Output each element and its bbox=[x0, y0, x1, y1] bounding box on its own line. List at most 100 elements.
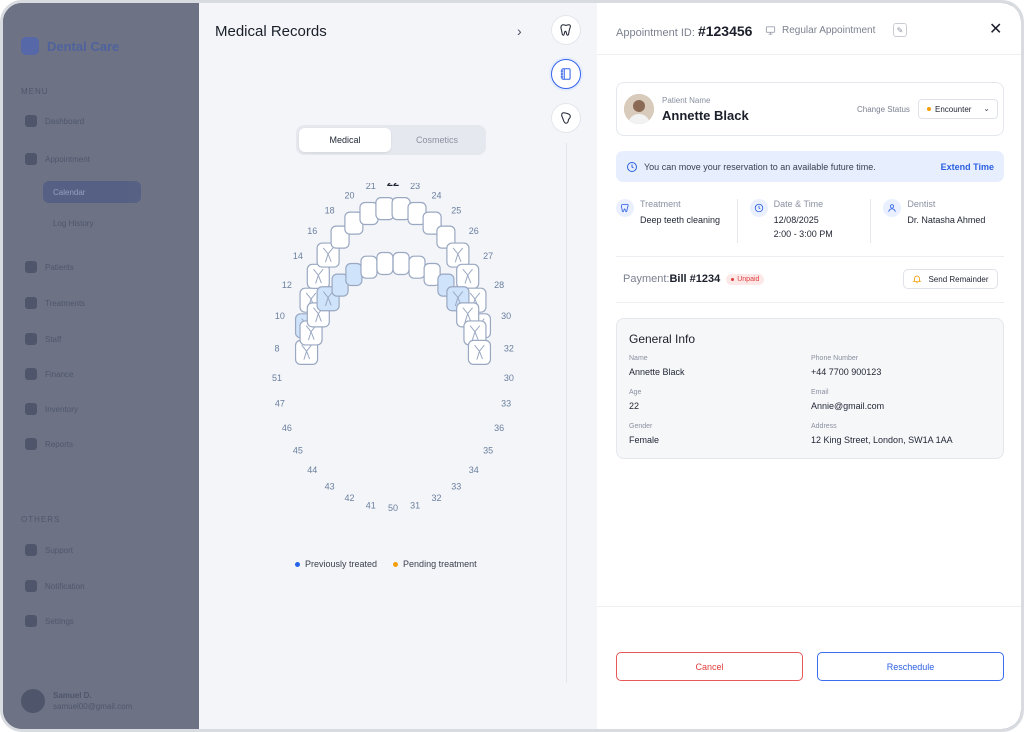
brand-name: Dental Care bbox=[47, 38, 120, 54]
sidebar-item-dashboard[interactable]: Dashboard bbox=[25, 115, 84, 127]
chart-legend: Previously treated Pending treatment bbox=[295, 559, 477, 569]
sidebar-item-log-history[interactable]: Log History bbox=[53, 219, 93, 228]
tooth[interactable] bbox=[360, 255, 378, 279]
bell-icon bbox=[913, 275, 922, 284]
sidebar-item-settings[interactable]: Settings bbox=[25, 615, 74, 627]
chevron-right-icon[interactable]: › bbox=[517, 23, 522, 39]
tooth-number: 42 bbox=[344, 493, 354, 503]
send-reminder-button[interactable]: Send Remainder bbox=[903, 269, 998, 289]
jaw-tool-button[interactable] bbox=[551, 103, 581, 133]
tooth-number: 23 bbox=[410, 183, 420, 191]
sidebar-item-reports[interactable]: Reports bbox=[25, 438, 73, 450]
divider bbox=[616, 302, 1004, 303]
tooth[interactable] bbox=[306, 263, 330, 289]
records-tool-button[interactable] bbox=[551, 59, 581, 89]
tooth[interactable] bbox=[375, 197, 395, 221]
sidebar-item-inventory[interactable]: Inventory bbox=[25, 403, 78, 415]
tooth-icon bbox=[616, 199, 634, 217]
notebook-icon bbox=[560, 68, 571, 80]
tooth-number: 35 bbox=[483, 446, 493, 456]
tooth-number: 45 bbox=[293, 446, 303, 456]
tooth-number: 14 bbox=[293, 251, 303, 261]
finance-icon bbox=[25, 368, 37, 380]
patient-card: Patient Name Annette Black Change Status… bbox=[616, 82, 1004, 136]
treatments-icon bbox=[25, 297, 37, 309]
tooth-number: 25 bbox=[451, 206, 461, 216]
appointment-header: Appointment ID: #123456 Regular Appointm… bbox=[597, 3, 1021, 55]
tooth-number: 33 bbox=[451, 481, 461, 491]
legend-pending-treatment: Pending treatment bbox=[393, 559, 477, 569]
tooth[interactable] bbox=[446, 242, 470, 268]
patient-name-label: Patient Name bbox=[662, 96, 711, 105]
patients-icon bbox=[25, 261, 37, 273]
field-gender: Gender Female bbox=[629, 423, 660, 445]
tooth-number: 31 bbox=[410, 501, 420, 511]
user-name: Samuel D. bbox=[53, 691, 92, 700]
sidebar-item-finance[interactable]: Finance bbox=[25, 368, 73, 380]
support-icon bbox=[25, 544, 37, 556]
appointment-icon bbox=[25, 153, 37, 165]
tooth-number: 27 bbox=[483, 251, 493, 261]
cancel-button[interactable]: Cancel bbox=[616, 652, 803, 681]
tooth-number: 18 bbox=[325, 206, 335, 216]
status-select[interactable]: Encounter ⌄ bbox=[918, 99, 998, 119]
monitor-icon bbox=[765, 26, 776, 35]
field-age: Age 22 bbox=[629, 389, 642, 411]
field-name: Name Annette Black bbox=[629, 355, 685, 377]
avatar bbox=[21, 689, 45, 713]
reschedule-button[interactable]: Reschedule bbox=[817, 652, 1004, 681]
sidebar-item-support[interactable]: Support bbox=[25, 544, 73, 556]
sidebar-item-calendar[interactable]: Calendar bbox=[43, 181, 141, 203]
general-info-card: General Info Name Annette Black Phone Num… bbox=[616, 318, 1004, 459]
tooth-number: 26 bbox=[469, 226, 479, 236]
tooth-number: 43 bbox=[325, 481, 335, 491]
tooth[interactable] bbox=[392, 251, 410, 276]
tooth-number: 8 bbox=[275, 344, 280, 354]
menu-caption: MENU bbox=[21, 87, 49, 96]
tooth-tool-button[interactable] bbox=[551, 15, 581, 45]
legend-dot bbox=[393, 562, 399, 568]
appointment-panel: Appointment ID: #123456 Regular Appointm… bbox=[597, 3, 1021, 729]
tooth-number: 10 bbox=[275, 311, 285, 321]
tooth[interactable] bbox=[467, 339, 492, 365]
patient-name: Annette Black bbox=[662, 108, 749, 123]
tab-medical[interactable]: Medical bbox=[299, 128, 391, 152]
legend-dot bbox=[295, 562, 300, 568]
panel-title: Medical Records bbox=[215, 23, 327, 40]
jaw-icon bbox=[561, 112, 571, 124]
appointment-id: Appointment ID: #123456 bbox=[616, 23, 753, 39]
app-frame: Dental Care MENU Dashboard Appointment C… bbox=[0, 0, 1024, 732]
patient-avatar bbox=[624, 94, 654, 124]
sidebar-item-appointment[interactable]: Appointment bbox=[25, 153, 90, 165]
tooth[interactable] bbox=[376, 251, 394, 276]
tooth-number: 22 bbox=[387, 183, 399, 189]
sidebar-item-treatments[interactable]: Treatments bbox=[25, 297, 85, 309]
legend-previously-treated: Previously treated bbox=[295, 559, 377, 569]
tooth-number: 32 bbox=[432, 493, 442, 503]
medical-records-panel: Medical Records › Medical Cosmetics 8 10 1… bbox=[199, 3, 597, 729]
general-info-title: General Info bbox=[629, 332, 696, 346]
tooth[interactable] bbox=[408, 255, 426, 279]
extend-time-link[interactable]: Extend Time bbox=[941, 162, 994, 172]
tab-cosmetics[interactable]: Cosmetics bbox=[391, 128, 483, 152]
brand-logo-icon bbox=[21, 37, 39, 55]
tooth-number: 47 bbox=[275, 399, 285, 409]
tooth-number: 30 bbox=[501, 311, 511, 321]
inventory-icon bbox=[25, 403, 37, 415]
user-profile[interactable]: Samuel D. samuel00@gmail.com bbox=[21, 689, 132, 713]
appointment-details: Treatment Deep teeth cleaning Date & Time… bbox=[616, 199, 1004, 243]
sidebar-item-staff[interactable]: Staff bbox=[25, 333, 61, 345]
reschedule-notice: You can move your reservation to an avai… bbox=[616, 151, 1004, 182]
clock-icon bbox=[749, 199, 768, 217]
tooth[interactable] bbox=[359, 201, 379, 226]
sidebar-item-notification[interactable]: Notification bbox=[25, 580, 85, 592]
tooth[interactable] bbox=[391, 197, 411, 221]
edit-icon[interactable]: ✎ bbox=[893, 23, 907, 37]
sidebar-item-patients[interactable]: Patients bbox=[25, 261, 74, 273]
close-icon[interactable]: ✕ bbox=[989, 19, 1002, 39]
appointment-type: Regular Appointment bbox=[765, 25, 875, 36]
dashboard-icon bbox=[25, 115, 37, 127]
tooth[interactable] bbox=[345, 262, 363, 287]
treatment-info: Treatment Deep teeth cleaning bbox=[616, 199, 737, 243]
tooth[interactable] bbox=[456, 263, 480, 289]
